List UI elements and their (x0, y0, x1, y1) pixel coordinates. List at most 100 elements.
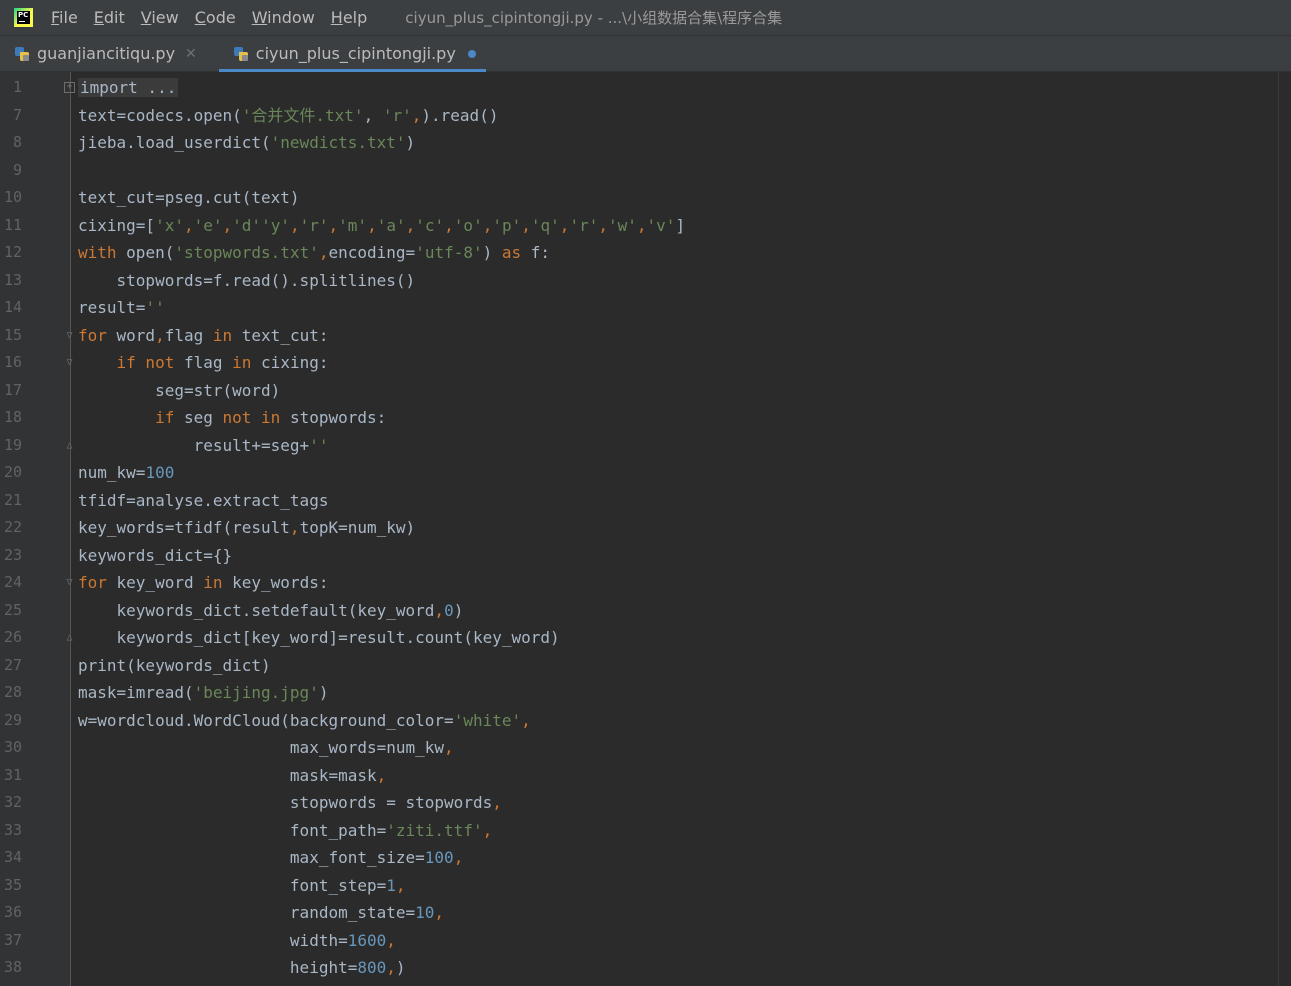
code-token: mask=imread( (78, 683, 194, 702)
code-line: 22 key_words=tfidf(result,topK=num_kw) (0, 514, 1278, 542)
code-line: 27 print(keywords_dict) (0, 652, 1278, 680)
code-line: 36 random_state=10, (0, 899, 1278, 927)
code-line: 8 jieba.load_userdict('newdicts.txt') (0, 129, 1278, 157)
code-token: flag (183, 353, 233, 372)
line-number: 25 (3, 600, 22, 619)
code-line: 14 result='' (0, 294, 1278, 322)
code-token: width= (78, 930, 348, 950)
code-text: result+=seg+'' (78, 432, 329, 460)
code-text: if not flag in cixing: (78, 349, 329, 377)
code-token: ) (453, 600, 464, 620)
close-icon[interactable]: ✕ (185, 46, 197, 62)
code-text: mask=imread('beijing.jpg') (78, 679, 328, 707)
code-token: , (482, 820, 493, 840)
code-token: 'q' (530, 215, 560, 235)
code-token: , (363, 105, 383, 125)
menu-item-edit[interactable]: Edit (94, 8, 125, 27)
code-line: 18 if seg not in stopwords: (0, 404, 1278, 432)
code-token: word (116, 325, 156, 345)
code-token: keywords_dict[key_word]=result.count(key… (78, 628, 560, 647)
code-token: for (78, 325, 117, 345)
code-text: key_words=tfidf(result,topK=num_kw) (78, 514, 415, 542)
code-text: stopwords=f.read().splitlines() (78, 267, 416, 295)
code-text: keywords_dict={} (78, 542, 232, 570)
code-line: 13 stopwords=f.read().splitlines() (0, 267, 1278, 295)
code-text: mask=mask, (78, 762, 386, 790)
line-number: 35 (3, 875, 22, 894)
menu-item-file[interactable]: File (51, 8, 78, 27)
editor-tab[interactable]: guanjiancitiqu.py ✕ (0, 36, 207, 71)
menu-bar: File Edit View Code Window Help (51, 8, 383, 27)
line-number: 22 (3, 518, 22, 536)
code-token: , (444, 738, 454, 757)
line-number: 14 (3, 298, 22, 316)
code-text: random_state=10, (78, 899, 444, 927)
code-text: text=codecs.open('合并文件.txt', 'r',).read(… (78, 102, 498, 130)
code-token: for (78, 573, 117, 592)
code-token: ) (395, 958, 406, 977)
code-token: , (453, 848, 464, 867)
code-line: 17 seg=str(word) (0, 377, 1278, 405)
line-number: 20 (3, 463, 22, 481)
code-text: max_font_size=100, (78, 844, 463, 872)
code-token: stopwords = stopwords (78, 793, 493, 812)
code-editor[interactable]: 1 + import ... 7 text=codecs.open('合并文件.txt'… (0, 72, 1291, 986)
code-token: ) (405, 133, 416, 152)
code-token: random_state= (78, 903, 416, 922)
code-token: , (395, 875, 406, 895)
code-token: result= (78, 298, 146, 317)
fold-collapse-icon[interactable]: ▽ (64, 330, 75, 341)
line-number: 8 (12, 133, 22, 151)
code-text: result='' (78, 294, 165, 322)
code-line: 34 max_font_size=100, (0, 844, 1278, 872)
fold-end-icon[interactable]: △ (64, 440, 75, 451)
code-token: in (203, 573, 233, 592)
code-token: '' (309, 435, 329, 455)
code-token: , (521, 215, 531, 235)
menu-item-view[interactable]: View (141, 8, 179, 27)
right-margin-guide (1278, 72, 1279, 986)
code-token: , (222, 215, 233, 235)
fold-collapse-icon[interactable]: ▽ (64, 577, 75, 588)
code-token: 'o' (453, 215, 483, 235)
code-token: in (232, 353, 262, 372)
editor-tab[interactable]: ciyun_plus_cipintongji.py (218, 36, 486, 72)
code-token: cixing: (261, 353, 329, 372)
code-token: open( (126, 243, 175, 262)
code-token: , (155, 325, 165, 345)
code-token: 'e' (193, 215, 223, 235)
code-token: 'v' (646, 215, 676, 235)
line-number: 12 (3, 243, 22, 261)
code-token: num_kw= (78, 463, 146, 482)
menu-item-code[interactable]: Code (195, 8, 236, 27)
code-text: seg=str(word) (78, 377, 280, 405)
code-token: in (212, 325, 242, 345)
code-token: , (636, 215, 647, 235)
code-token: stopwords=f.read().splitlines() (78, 270, 416, 290)
code-token: 1600 (347, 930, 387, 950)
code-token: 10 (415, 903, 435, 922)
menu-item-help[interactable]: Help (331, 8, 367, 27)
menu-item-window[interactable]: Window (252, 8, 315, 27)
fold-expand-icon[interactable]: + (64, 82, 75, 93)
python-file-icon (14, 46, 30, 62)
fold-collapse-icon[interactable]: ▽ (64, 357, 75, 368)
line-number: 17 (3, 380, 22, 399)
code-token: encoding= (328, 243, 416, 262)
code-line: 25 keywords_dict.setdefault(key_word,0) (0, 597, 1278, 625)
fold-end-icon[interactable]: △ (64, 632, 75, 643)
code-token: , (598, 215, 608, 235)
line-number: 24 (3, 573, 22, 591)
line-number: 13 (3, 270, 22, 289)
code-line: 30 max_words=num_kw, (0, 734, 1278, 762)
line-number: 32 (3, 793, 22, 811)
code-token: import ... (78, 78, 179, 97)
code-token: text_cut=pseg.cut(text) (78, 188, 300, 207)
code-token: ) (318, 683, 329, 702)
line-number: 19 (3, 435, 22, 454)
code-token: flag (164, 325, 213, 345)
code-text: tfidf=analyse.extract_tags (78, 487, 328, 515)
code-token: keywords_dict.setdefault(key_word (78, 600, 435, 620)
tab-label: ciyun_plus_cipintongji.py (255, 44, 456, 63)
code-token: , (183, 215, 194, 235)
